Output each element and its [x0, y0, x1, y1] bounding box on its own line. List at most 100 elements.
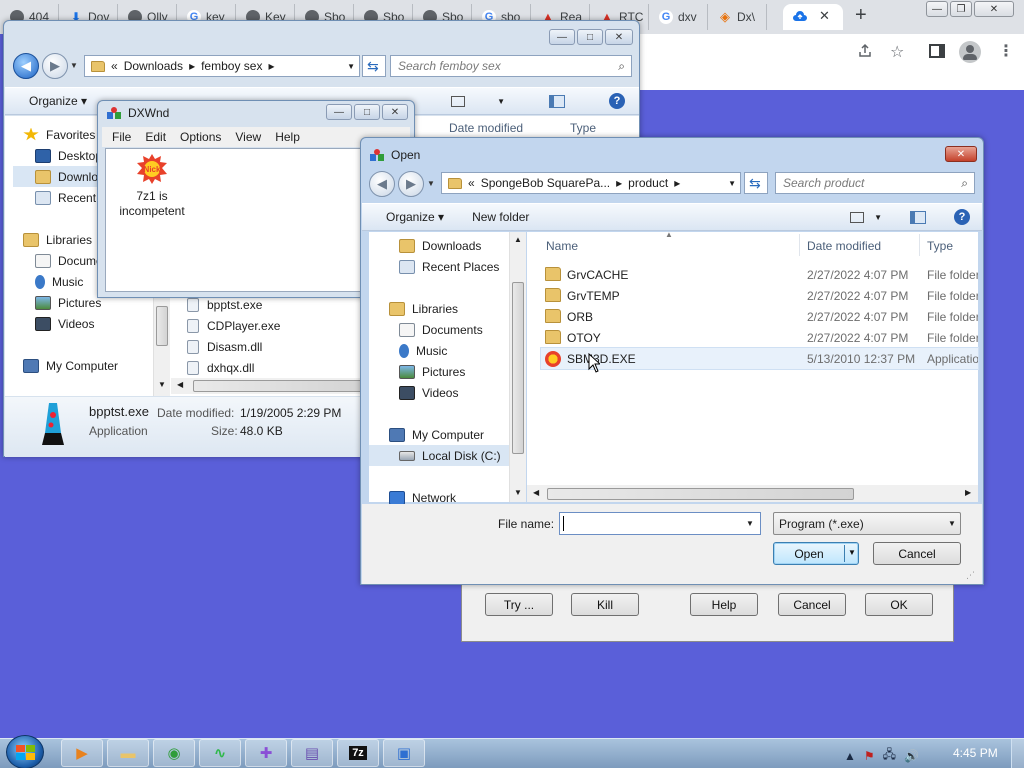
view-icon[interactable] [451, 95, 466, 107]
view-dropdown-icon[interactable]: ▼ [874, 213, 882, 222]
scroll-up-icon[interactable]: ▲ [514, 235, 522, 244]
taskbar-app-button[interactable]: ▶ [61, 739, 103, 767]
volume-icon[interactable]: 🔊 [904, 749, 919, 763]
cancel-button[interactable]: Cancel [873, 542, 961, 565]
column-header-date[interactable]: Date modified [807, 239, 881, 253]
column-divider[interactable] [919, 234, 920, 256]
nav-item[interactable]: Local Disk (C:) [369, 445, 509, 466]
view-dropdown-icon[interactable]: ▼ [497, 97, 505, 106]
file-row[interactable]: CDPlayer.exe [187, 315, 367, 336]
refresh-icon[interactable]: ⇆ [744, 172, 768, 194]
restore-icon[interactable]: ❐ [950, 1, 972, 17]
menu-help[interactable]: Help [275, 130, 300, 144]
column-header-name[interactable]: Name [546, 239, 578, 253]
nav-item[interactable]: Music [399, 340, 519, 361]
forward-button[interactable]: ▶ [42, 53, 68, 79]
view-icon[interactable] [850, 211, 865, 223]
close-tab-icon[interactable]: ✕ [819, 8, 830, 24]
taskbar-app-button[interactable]: ◉ [153, 739, 195, 767]
taskbar-app-button[interactable]: 7z [337, 739, 379, 767]
nav-item[interactable]: My Computer [389, 424, 509, 445]
file-row[interactable]: GrvCACHE 2/27/2022 4:07 PM File folder [541, 264, 978, 285]
taskbar-app-button[interactable]: ▤ [291, 739, 333, 767]
file-row[interactable]: Disasm.dll [187, 336, 367, 357]
explorer-address-bar[interactable]: « Downloads ▸ femboy sex ▸ ▼ [84, 55, 360, 77]
menu-file[interactable]: File [112, 130, 131, 144]
file-list-hscrollbar[interactable]: ◀ ▶ [527, 485, 978, 502]
organize-menu[interactable]: Organize ▾ [386, 210, 444, 224]
file-row[interactable]: SBM3D.EXE 5/13/2010 12:37 PM Application [540, 347, 979, 370]
dxwnd-program-entry[interactable]: Nick 7z1 is incompetent [118, 153, 186, 219]
close-icon[interactable]: ✕ [605, 29, 633, 45]
bookmark-star-icon[interactable]: ☆ [890, 42, 904, 62]
open-address-bar[interactable]: « SpongeBob SquarePa... ▸ product ▸ ▼ [441, 172, 741, 194]
taskbar-app-button[interactable]: ✚ [245, 739, 287, 767]
browser-tab[interactable]: ◈ Dx\ [708, 4, 767, 30]
dropdown-arrow-icon[interactable]: ▼ [746, 519, 754, 528]
filename-input[interactable]: ▼ [559, 512, 761, 535]
scrollbar-thumb[interactable] [156, 306, 168, 346]
column-divider[interactable] [799, 234, 800, 256]
taskbar-app-button[interactable]: ▬ [107, 739, 149, 767]
action-center-icon[interactable]: ⚑ [864, 749, 875, 763]
close-icon[interactable]: ✕ [382, 104, 408, 120]
scroll-left-icon[interactable]: ◀ [533, 488, 539, 497]
new-folder-button[interactable]: New folder [472, 210, 529, 224]
history-dropdown-icon[interactable]: ▼ [70, 61, 78, 70]
address-dropdown-icon[interactable]: ▼ [347, 62, 355, 71]
browser-tab[interactable]: Gdxv [649, 4, 708, 30]
start-button[interactable] [6, 735, 44, 768]
menu-edit[interactable]: Edit [145, 130, 166, 144]
nav-item[interactable]: My Computer [23, 355, 163, 376]
file-type-select[interactable]: Program (*.exe) ▼ [773, 512, 961, 535]
back-button[interactable]: ◀ [369, 171, 395, 197]
minimize-icon[interactable]: — [326, 104, 352, 120]
maximize-icon[interactable]: □ [577, 29, 603, 45]
organize-menu[interactable]: Organize ▾ [29, 94, 87, 108]
nav-item[interactable]: Videos [399, 382, 519, 403]
address-dropdown-icon[interactable]: ▼ [728, 179, 736, 188]
kill-button[interactable]: Kill [571, 593, 639, 616]
show-hidden-icons-icon[interactable]: ▲ [844, 749, 856, 763]
column-header-date[interactable]: Date modified [449, 121, 523, 135]
open-button[interactable]: Open ▼ [773, 542, 859, 565]
scroll-left-icon[interactable]: ◀ [177, 380, 183, 389]
column-header-type[interactable]: Type [927, 239, 953, 253]
history-dropdown-icon[interactable]: ▼ [427, 179, 435, 188]
scroll-down-icon[interactable]: ▼ [158, 380, 166, 389]
ok-button[interactable]: OK [865, 593, 933, 616]
close-icon[interactable]: ✕ [945, 146, 977, 162]
menu-view[interactable]: View [235, 130, 261, 144]
breadcrumb-downloads[interactable]: Downloads [124, 59, 183, 73]
try-button[interactable]: Try ... [485, 593, 553, 616]
forward-button[interactable]: ▶ [398, 171, 424, 197]
refresh-icon[interactable]: ⇆ [362, 55, 386, 77]
help-icon[interactable]: ? [954, 209, 970, 225]
help-icon[interactable]: ? [609, 93, 625, 109]
scroll-down-icon[interactable]: ▼ [514, 488, 522, 497]
address-overflow[interactable]: « [468, 176, 475, 190]
dropdown-arrow-icon[interactable]: ▼ [948, 519, 956, 528]
show-desktop-button[interactable] [1011, 739, 1024, 768]
back-button[interactable]: ◀ [13, 53, 39, 79]
resize-grip-icon[interactable]: ⋰ [966, 570, 975, 581]
share-icon[interactable] [857, 43, 873, 62]
menu-options[interactable]: Options [180, 130, 221, 144]
breadcrumb-spongebob[interactable]: SpongeBob SquarePa... [481, 176, 610, 190]
nav-item[interactable]: Documents [399, 319, 519, 340]
taskbar-app-button[interactable]: ∿ [199, 739, 241, 767]
taskbar-clock[interactable]: 4:45 PM [953, 746, 998, 760]
nav-scrollbar[interactable]: ▲ ▼ [509, 232, 526, 502]
explorer-search-input[interactable]: Search femboy sex ⌕ [390, 55, 632, 77]
scrollbar-thumb[interactable] [512, 282, 524, 454]
explorer-hscrollbar[interactable]: ◀ [171, 378, 371, 394]
file-row[interactable]: ORB 2/27/2022 4:07 PM File folder [541, 306, 978, 327]
address-overflow[interactable]: « [111, 59, 118, 73]
preview-pane-icon[interactable] [549, 94, 565, 108]
close-icon[interactable]: ✕ [974, 1, 1014, 17]
file-row[interactable]: GrvTEMP 2/27/2022 4:07 PM File folder [541, 285, 978, 306]
scrollbar-thumb[interactable] [547, 488, 854, 500]
network-status-icon[interactable]: 🖧 [883, 745, 896, 766]
column-header-type[interactable]: Type [570, 121, 596, 135]
minimize-icon[interactable]: — [926, 1, 948, 17]
